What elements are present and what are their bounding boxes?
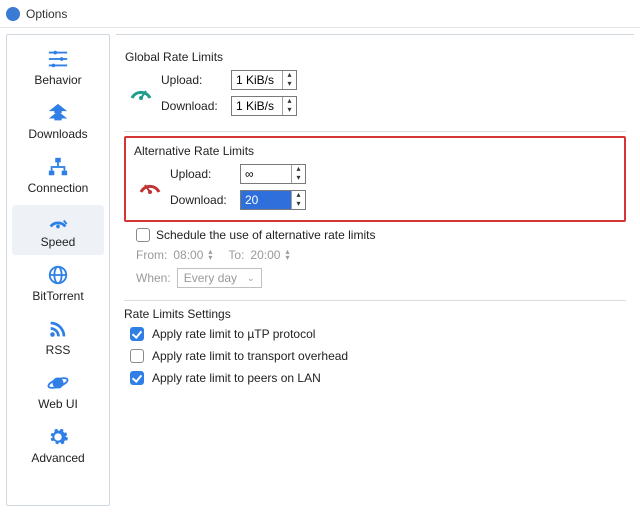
sidebar-item-label: Behavior [34, 73, 81, 87]
sidebar-item-label: Speed [41, 235, 76, 249]
lan-checkbox[interactable] [130, 371, 144, 385]
alt-download-spinbox[interactable]: ▴▾ [240, 190, 306, 210]
sidebar-item-label: BitTorrent [32, 289, 83, 303]
sidebar-item-behavior[interactable]: Behavior [12, 43, 104, 93]
downloads-icon [44, 101, 72, 125]
from-value: 08:00 [173, 248, 203, 262]
gear-icon [44, 425, 72, 449]
app-icon [6, 7, 20, 21]
chevron-down-icon: ⌄ [247, 273, 255, 284]
to-time-spinbox[interactable]: 20:00 ▴▾ [250, 248, 289, 262]
to-label: To: [228, 248, 244, 262]
overhead-label: Apply rate limit to transport overhead [152, 349, 348, 363]
sidebar-item-label: Web UI [38, 397, 78, 411]
alt-upload-value[interactable] [241, 165, 291, 183]
sidebar-item-label: Connection [28, 181, 89, 195]
global-download-spinbox[interactable]: ▴▾ [231, 96, 297, 116]
settings-title: Rate Limits Settings [124, 307, 626, 321]
titlebar: Options [0, 0, 640, 28]
alt-download-value[interactable] [241, 191, 291, 209]
global-upload-spinbox[interactable]: ▴▾ [231, 70, 297, 90]
from-label: From: [136, 248, 167, 262]
to-value: 20:00 [250, 248, 280, 262]
spin-down-icon[interactable]: ▾ [292, 200, 305, 209]
spin-down-icon[interactable]: ▾ [283, 80, 296, 89]
lan-label: Apply rate limit to peers on LAN [152, 371, 321, 385]
alt-upload-spinbox[interactable]: ▴▾ [240, 164, 306, 184]
planet-icon [44, 371, 72, 395]
sidebar-item-advanced[interactable]: Advanced [12, 421, 104, 471]
schedule-checkbox[interactable] [136, 228, 150, 242]
sidebar-item-label: Advanced [31, 451, 84, 465]
global-title: Global Rate Limits [125, 50, 625, 64]
sliders-icon [44, 47, 72, 71]
when-label: When: [136, 271, 171, 285]
network-icon [44, 155, 72, 179]
schedule-label: Schedule the use of alternative rate lim… [156, 228, 375, 242]
alt-download-label: Download: [170, 193, 232, 207]
gauge-icon [44, 209, 72, 233]
sidebar-item-rss[interactable]: RSS [12, 313, 104, 363]
spin-down-icon[interactable]: ▾ [283, 106, 296, 115]
utp-checkbox[interactable] [130, 327, 144, 341]
when-value: Every day [184, 271, 237, 285]
speed-panel: Global Rate Limits Upload: ▴▾ [116, 34, 634, 506]
spin-down-icon[interactable]: ▾ [292, 174, 305, 183]
alt-title: Alternative Rate Limits [134, 144, 616, 158]
global-download-value[interactable] [232, 97, 282, 115]
sidebar-item-bittorrent[interactable]: BitTorrent [12, 259, 104, 309]
globe-icon [44, 263, 72, 287]
sidebar-item-speed[interactable]: Speed [12, 205, 104, 255]
when-select[interactable]: Every day ⌄ [177, 268, 262, 288]
global-upload-label: Upload: [161, 73, 223, 87]
gauge-red-icon [138, 174, 162, 198]
window-title: Options [26, 7, 67, 21]
alt-upload-label: Upload: [170, 167, 232, 181]
global-download-label: Download: [161, 99, 223, 113]
sidebar-item-label: Downloads [28, 127, 87, 141]
overhead-checkbox[interactable] [130, 349, 144, 363]
rss-icon [44, 317, 72, 341]
sidebar-item-label: RSS [46, 343, 71, 357]
global-upload-value[interactable] [232, 71, 282, 89]
sidebar-item-downloads[interactable]: Downloads [12, 97, 104, 147]
sidebar-item-connection[interactable]: Connection [12, 151, 104, 201]
gauge-green-icon [129, 80, 153, 104]
utp-label: Apply rate limit to µTP protocol [152, 327, 315, 341]
sidebar-item-webui[interactable]: Web UI [12, 367, 104, 417]
alternative-rate-limits-section: Alternative Rate Limits Upload: ▴▾ [124, 136, 626, 222]
from-time-spinbox[interactable]: 08:00 ▴▾ [173, 248, 212, 262]
category-sidebar: Behavior Downloads Connection Speed [6, 34, 110, 506]
